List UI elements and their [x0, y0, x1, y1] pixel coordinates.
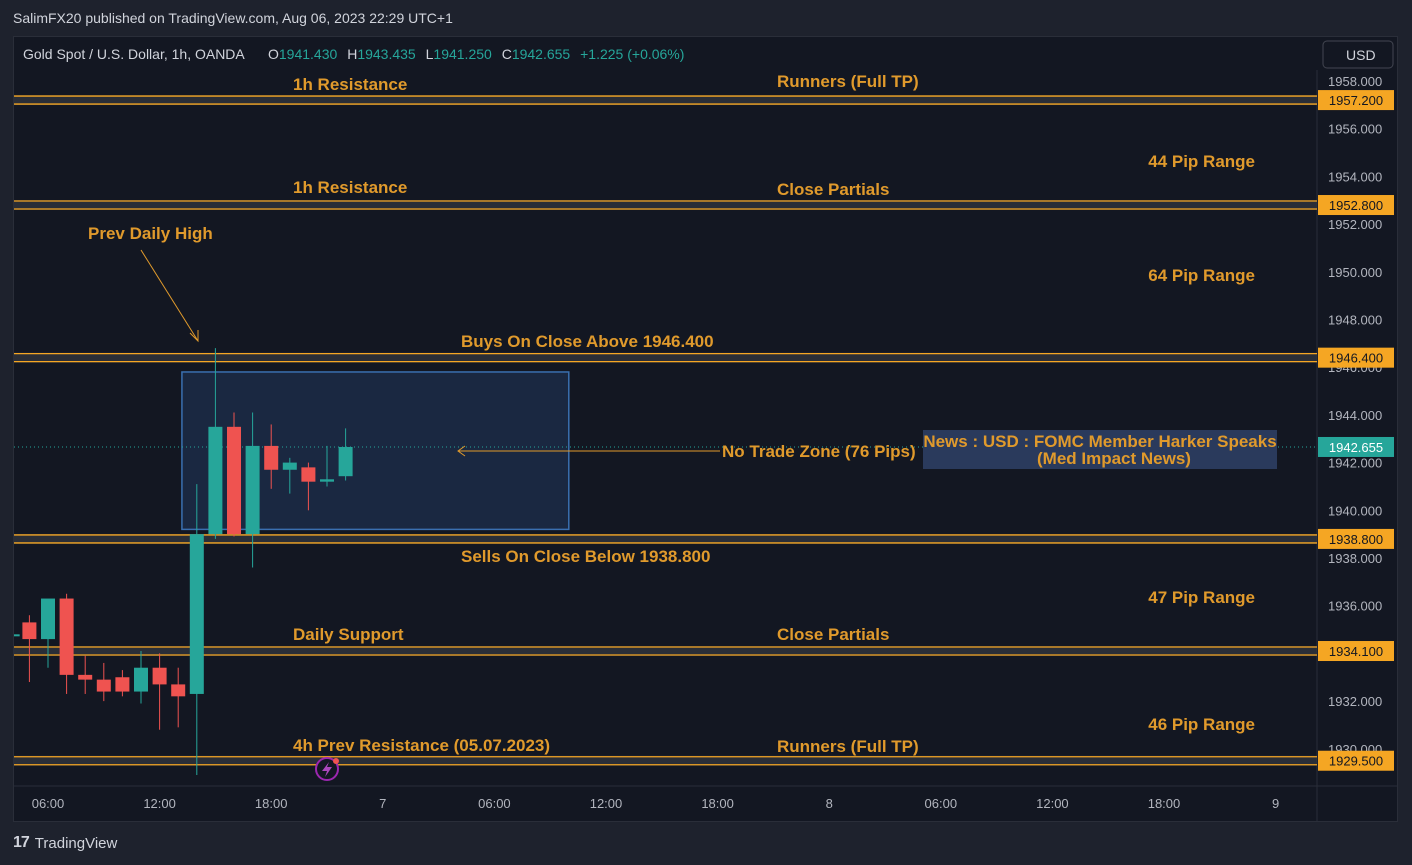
annotation-range2: 64 Pip Range [1148, 266, 1255, 285]
candle-body [208, 426, 223, 535]
price-tick-label: 1954.000 [1328, 169, 1382, 184]
time-tick-label: 06:00 [478, 796, 511, 811]
price-tick-label: 1948.000 [1328, 313, 1382, 328]
annotation-res2-right: Close Partials [777, 180, 889, 199]
annotation-news-line2: (Med Impact News) [1037, 449, 1191, 468]
candle-body [14, 634, 20, 637]
annotation-prev-res-left: 4h Prev Resistance (05.07.2023) [293, 736, 550, 755]
price-tick-label: 1950.000 [1328, 265, 1382, 280]
price-tick-label: 1936.000 [1328, 599, 1382, 614]
annotation-res1-right: Runners (Full TP) [777, 72, 919, 91]
level-price-label: 1952.800 [1329, 198, 1383, 213]
candle-body [264, 445, 279, 470]
annotation-prev-high: Prev Daily High [88, 224, 213, 243]
candle-body [171, 684, 186, 697]
annotation-buys: Buys On Close Above 1946.400 [461, 332, 714, 351]
price-tick-label: 1944.000 [1328, 408, 1382, 423]
price-tick-label: 1940.000 [1328, 503, 1382, 518]
currency-label: USD [1346, 47, 1376, 63]
candle-body [227, 426, 241, 535]
lightning-icon[interactable] [315, 757, 339, 781]
time-tick-label: 7 [379, 796, 386, 811]
time-tick-label: 12:00 [590, 796, 623, 811]
candle-body [78, 674, 93, 680]
time-tick-label: 12:00 [1036, 796, 1069, 811]
candle-body [282, 462, 297, 470]
candle-body [134, 667, 148, 692]
annotation-support-left: Daily Support [293, 625, 404, 644]
annotation-prev-res-right: Runners (Full TP) [777, 737, 919, 756]
annotation-sells: Sells On Close Below 1938.800 [461, 547, 710, 566]
brand-name: TradingView [34, 834, 118, 852]
current-price-label: 1942.655 [1329, 440, 1383, 455]
level-price-label: 1957.200 [1329, 93, 1383, 108]
annotation-range3: 47 Pip Range [1148, 588, 1255, 607]
legend-ohlc: O1941.430 H1943.435 L1941.250 C1942.655 … [268, 46, 684, 62]
candle-body [22, 622, 37, 640]
level-price-label: 1929.500 [1329, 754, 1383, 769]
chart-frame: SalimFX20 published on TradingView.com, … [0, 0, 1412, 865]
prev-high-arrow [140, 249, 199, 342]
annotation-res1-left: 1h Resistance [293, 75, 407, 94]
price-tick-label: 1956.000 [1328, 122, 1382, 137]
price-labels: 1957.200 1952.800 1946.400 1938.800 1934.100… [1318, 90, 1394, 771]
time-tick-label: 06:00 [32, 796, 65, 811]
candle-body [338, 446, 353, 477]
time-tick-label: 12:00 [143, 796, 176, 811]
price-tick-label: 1932.000 [1328, 694, 1382, 709]
time-tick-label: 18:00 [1148, 796, 1181, 811]
legend-symbol: Gold Spot / U.S. Dollar, 1h, OANDA [23, 46, 245, 62]
candle-body [245, 445, 260, 535]
price-tick-label: 1958.000 [1328, 74, 1382, 89]
time-tick-label: 8 [826, 796, 833, 811]
price-tick-label: 1952.000 [1328, 217, 1382, 232]
price-chart[interactable]: Gold Spot / U.S. Dollar, 1h, OANDA O1941… [0, 0, 1412, 865]
candle-body [320, 479, 334, 482]
annotation-support-right: Close Partials [777, 625, 889, 644]
candle-body [96, 679, 111, 692]
candle-body [189, 534, 204, 694]
time-axis[interactable]: 06:00 12:00 18:00 7 06:00 12:00 18:00 8 06:00 12:… [32, 796, 1279, 811]
annotation-range4: 46 Pip Range [1148, 715, 1255, 734]
level-price-label: 1946.400 [1329, 351, 1383, 366]
price-tick-label: 1938.000 [1328, 551, 1382, 566]
tradingview-logo-icon: 17 [13, 834, 30, 851]
candle-body [41, 598, 55, 640]
brand[interactable]: 17 TradingView [13, 834, 117, 852]
candle-body [152, 667, 167, 685]
price-tick-label: 1942.000 [1328, 456, 1382, 471]
annotation-no-trade: No Trade Zone (76 Pips) [722, 442, 916, 461]
time-tick-label: 9 [1272, 796, 1279, 811]
time-tick-label: 18:00 [255, 796, 288, 811]
candle-body [301, 467, 316, 482]
annotation-range1: 44 Pip Range [1148, 152, 1255, 171]
candle-body [59, 598, 74, 675]
time-tick-label: 06:00 [925, 796, 958, 811]
time-tick-label: 18:00 [701, 796, 734, 811]
level-price-label: 1934.100 [1329, 644, 1383, 659]
candle-body [115, 677, 130, 692]
level-price-label: 1938.800 [1329, 532, 1383, 547]
annotation-res2-left: 1h Resistance [293, 178, 407, 197]
